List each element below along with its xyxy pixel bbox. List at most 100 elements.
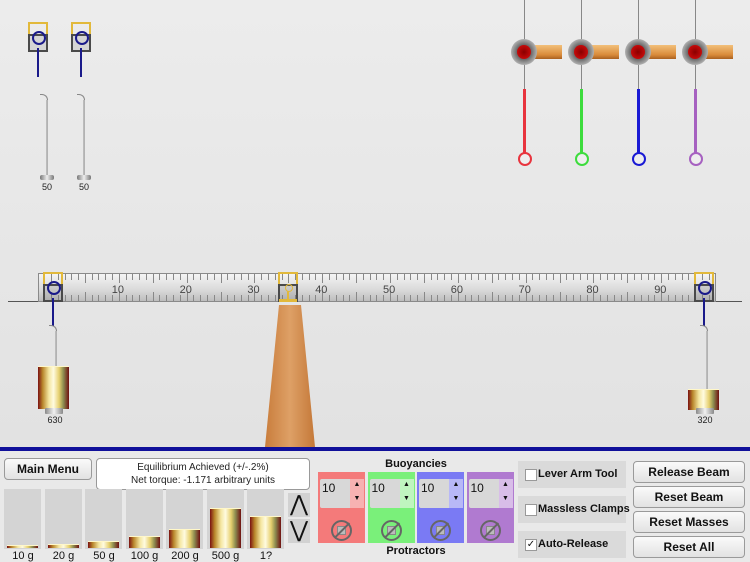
beam-tick — [627, 274, 629, 283]
beam-tick — [91, 274, 93, 280]
pendulum-bob[interactable] — [575, 152, 589, 166]
beam-tick — [627, 292, 629, 301]
beam-tick — [545, 295, 547, 301]
mass-tray[interactable] — [44, 489, 82, 549]
protractor-toggle-icon[interactable] — [380, 520, 402, 541]
mass-tray[interactable] — [85, 489, 122, 549]
mass-cylinder[interactable] — [250, 516, 281, 548]
checkbox-massless-clamps[interactable]: Massless Clamps — [518, 496, 630, 523]
increment-arrow-icon[interactable]: ▲ — [400, 479, 414, 493]
mass-cylinder[interactable] — [209, 508, 241, 548]
beam-tick — [667, 295, 669, 301]
buoyancy-stepper[interactable]: 10 ▲ ▼ — [320, 479, 364, 508]
increment-arrow-icon[interactable]: ▲ — [449, 479, 463, 493]
buoyancy-stepper[interactable]: 10 ▲ ▼ — [369, 479, 414, 508]
beam-tick — [91, 295, 93, 301]
beam-tick — [613, 274, 615, 280]
reset-beam-button[interactable]: Reset Beam — [633, 486, 745, 508]
clamp-string — [52, 298, 54, 326]
beam-tick — [423, 292, 425, 301]
status-display: Equilibrium Achieved (+/-.2%) Net torque… — [96, 458, 310, 490]
pendulum-bob[interactable] — [632, 152, 646, 166]
beam-tick — [579, 274, 581, 280]
mass-cylinder[interactable] — [47, 544, 79, 548]
beam-tick — [193, 295, 195, 301]
increment-arrow-icon[interactable]: ▲ — [499, 479, 513, 493]
beam-tick — [674, 295, 676, 301]
mass-tray[interactable] — [4, 489, 41, 549]
pivot-clamp[interactable] — [278, 272, 298, 302]
beam-tick — [417, 295, 419, 301]
beam-tick — [484, 274, 486, 280]
beam-tick — [322, 274, 324, 283]
beam-tick-label: 30 — [247, 284, 260, 296]
beam-tick — [152, 274, 154, 283]
mass-tray[interactable] — [206, 489, 244, 549]
buoyancy-value[interactable]: 10 — [372, 481, 385, 495]
decrement-arrow-icon[interactable]: ▼ — [449, 493, 463, 507]
beam-tick — [64, 274, 66, 280]
protractor-toggle-icon[interactable] — [331, 520, 352, 541]
checkbox-lever-arm-tool[interactable]: Lever Arm Tool — [518, 461, 626, 488]
beam-tick — [193, 274, 195, 280]
beam-tick — [613, 295, 615, 301]
beam-tick — [688, 295, 690, 301]
protractor-toggle-icon[interactable] — [479, 520, 501, 541]
protractor-toggle-icon[interactable] — [430, 520, 451, 541]
checkbox-icon[interactable] — [525, 504, 537, 516]
beam-tick — [342, 274, 344, 280]
beam-tick — [315, 274, 317, 280]
checkbox-auto-release[interactable]: ✓ Auto-Release — [518, 531, 626, 558]
mass-cylinder[interactable] — [88, 541, 119, 548]
equilibrium-status: Equilibrium Achieved (+/-.2%) — [137, 462, 269, 473]
buoyancy-value[interactable]: 10 — [322, 481, 335, 495]
beam-tick — [335, 295, 337, 301]
clamp-ring — [47, 281, 61, 295]
scroll-up-button[interactable]: ⋀ — [288, 493, 310, 517]
buoyancy-value[interactable]: 10 — [471, 481, 484, 495]
beam-tick — [579, 295, 581, 301]
beam-support-line-right — [716, 301, 742, 302]
mass-cylinder[interactable] — [128, 536, 160, 548]
buoyancy-value[interactable]: 10 — [421, 481, 434, 495]
decrement-arrow-icon[interactable]: ▼ — [400, 493, 414, 507]
increment-arrow-icon[interactable]: ▲ — [350, 479, 364, 493]
beam-tick — [145, 274, 147, 280]
beam-tick-label: 60 — [450, 284, 464, 296]
hanger-base — [77, 175, 91, 180]
beam-tick — [125, 274, 127, 280]
pendulum-rod — [580, 89, 583, 153]
beam-tick — [620, 295, 622, 301]
mass-tray-label: 200 g — [171, 550, 199, 562]
beam-tick — [640, 274, 642, 280]
buoyancy-stepper[interactable]: 10 ▲ ▼ — [468, 479, 513, 508]
main-menu-button[interactable]: Main Menu — [4, 458, 92, 480]
mass-cylinder — [688, 389, 719, 410]
beam-tick — [166, 295, 168, 301]
decrement-arrow-icon[interactable]: ▼ — [499, 493, 513, 507]
checkbox-icon[interactable] — [525, 469, 537, 481]
mass-cylinder[interactable] — [169, 529, 200, 548]
meter-stick-beam[interactable]: 10 20 30 40 50 60 70 80 90 — [38, 273, 716, 302]
mass-tray[interactable] — [247, 489, 284, 549]
clamp-string — [37, 48, 39, 77]
release-beam-button[interactable]: Release Beam — [633, 461, 745, 483]
beam-tick — [518, 274, 520, 280]
reset-masses-button[interactable]: Reset Masses — [633, 511, 745, 533]
pendulum-bob[interactable] — [518, 152, 532, 166]
mass-tray[interactable] — [125, 489, 163, 549]
buoyancy-stepper[interactable]: 10 ▲ ▼ — [419, 479, 463, 508]
decrement-arrow-icon[interactable]: ▼ — [350, 493, 364, 507]
beam-tick — [227, 274, 229, 280]
mass-tray[interactable] — [166, 489, 203, 549]
hanger-base — [696, 408, 714, 414]
checkbox-icon[interactable]: ✓ — [525, 539, 537, 551]
scroll-down-button[interactable]: ⋁ — [288, 519, 310, 543]
beam-tick — [512, 295, 514, 301]
pendulum-bob[interactable] — [689, 152, 703, 166]
net-torque-readout: Net torque: -1.171 arbitrary units — [131, 475, 275, 486]
reset-all-button[interactable]: Reset All — [633, 536, 745, 558]
checkbox-label: Lever Arm Tool — [538, 468, 618, 480]
clamp-ring — [32, 31, 46, 45]
mass-cylinder[interactable] — [7, 545, 38, 548]
